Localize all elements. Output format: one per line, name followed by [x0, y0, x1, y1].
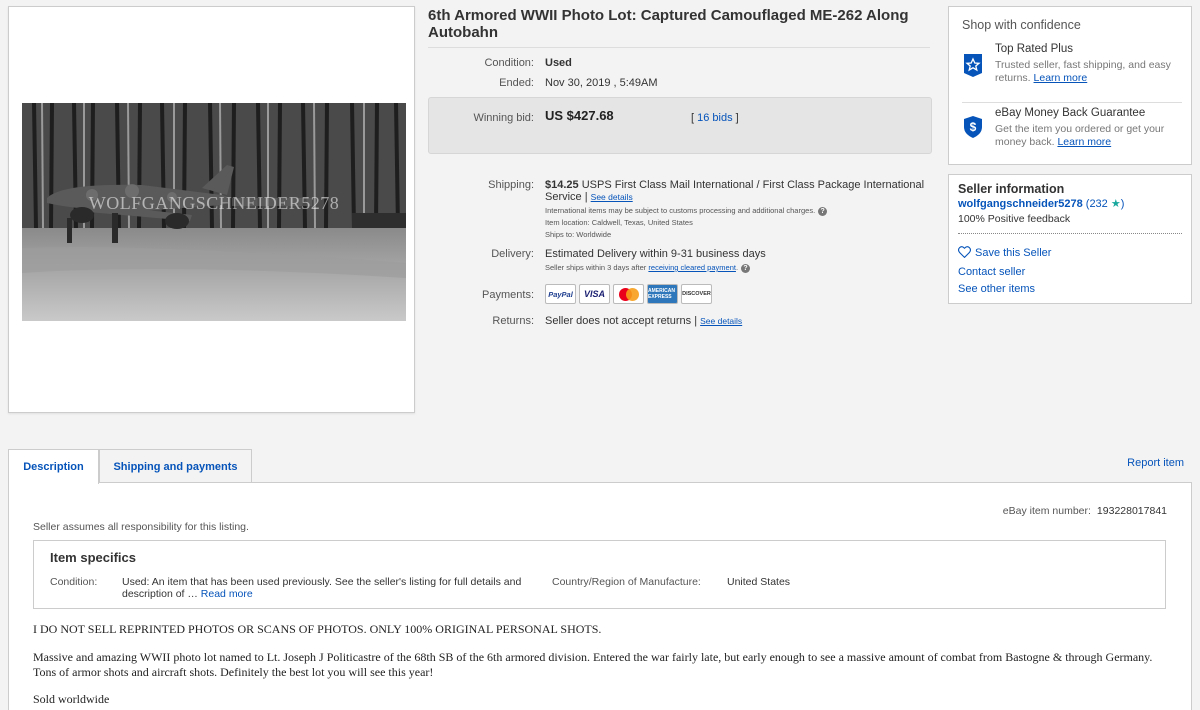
top-rated-learn-more-link[interactable]: Learn more — [1034, 72, 1088, 84]
condition-label: Condition: — [484, 57, 534, 69]
report-item-link[interactable]: Report item — [1127, 457, 1184, 469]
spec-country-label: Country/Region of Manufacture: — [552, 576, 701, 588]
item-title: 6th Armored WWII Photo Lot: Captured Cam… — [428, 7, 909, 41]
shipping-see-details-link[interactable]: See details — [591, 192, 633, 202]
svg-text:$: $ — [970, 120, 977, 134]
paypal-logo-icon: PayPal — [545, 284, 576, 304]
photo-watermark: WOLFGANGSCHNEIDER5278 — [88, 193, 340, 213]
shop-with-confidence-box: Shop with confidence Top Rated Plus Trus… — [948, 6, 1192, 165]
seller-responsibility-note: Seller assumes all responsibility for th… — [33, 521, 249, 533]
seller-information-box: Seller information wolfgangschneider5278… — [948, 174, 1192, 304]
heart-icon — [958, 246, 971, 259]
condition-value: Used — [545, 57, 572, 69]
spec-condition-value: Used: An item that has been used previou… — [122, 576, 522, 600]
see-other-items-link[interactable]: See other items — [958, 283, 1035, 295]
title-divider — [428, 47, 930, 48]
seller-info-heading: Seller information — [958, 182, 1065, 196]
save-seller-link[interactable]: Save this Seller — [975, 247, 1051, 259]
description-paragraph-1: I DO NOT SELL REPRINTED PHOTOS OR SCANS … — [33, 622, 602, 636]
item-number: eBay item number: 193228017841 — [1002, 505, 1167, 517]
shop-confidence-heading: Shop with confidence — [962, 18, 1081, 32]
delivery-label: Delivery: — [491, 248, 534, 260]
item-photo-panel[interactable]: WOLFGANGSCHNEIDER5278 — [8, 6, 415, 413]
payments-label: Payments: — [482, 289, 534, 301]
bid-history-link[interactable]: 16 bids — [697, 112, 732, 124]
spec-country-value: United States — [727, 576, 791, 588]
top-rated-desc: Trusted seller, fast shipping, and easy … — [995, 59, 1171, 84]
confidence-divider — [962, 102, 1182, 103]
cleared-payment-link[interactable]: receiving cleared payment — [648, 263, 736, 272]
seller-name-row: wolfgangschneider5278 (232 ★) — [958, 197, 1124, 210]
amex-logo-icon: AMERICAN EXPRESS — [647, 284, 678, 304]
discover-logo-icon: DISCOVER — [681, 284, 712, 304]
winning-bid-amount: US $427.68 — [545, 108, 614, 123]
returns-label: Returns: — [492, 315, 534, 327]
contact-seller-link[interactable]: Contact seller — [958, 266, 1025, 278]
ended-label: Ended: — [499, 77, 534, 89]
feedback-star-icon: ★ — [1110, 198, 1121, 210]
read-more-link[interactable]: Read more — [201, 588, 253, 600]
top-rated-badge-icon — [964, 54, 982, 77]
description-panel: eBay item number: 193228017841 Seller ass… — [8, 482, 1192, 710]
tab-shipping-and-payments[interactable]: Shipping and payments — [99, 449, 252, 483]
returns-info: Seller does not accept returns | See det… — [545, 315, 742, 327]
shipping-price: $14.25 — [545, 179, 579, 191]
money-back-learn-more-link[interactable]: Learn more — [1057, 136, 1111, 148]
seller-name-link[interactable]: wolfgangschneider5278 — [958, 198, 1083, 210]
item-specifics-box: Item specifics Condition: Used: An item … — [33, 540, 1166, 609]
bid-count: [ 16 bids ] — [691, 112, 739, 124]
save-seller-row[interactable]: Save this Seller — [958, 246, 1051, 259]
top-rated-title: Top Rated Plus — [995, 43, 1073, 55]
bid-bracket-open: [ — [691, 112, 695, 124]
bid-bracket-close: ] — [735, 112, 739, 124]
visa-logo-icon: VISA — [579, 284, 610, 304]
mastercard-logo-icon — [613, 284, 644, 304]
help-icon[interactable]: ? — [741, 263, 751, 273]
money-back-desc: Get the item you ordered or get your mon… — [995, 123, 1165, 148]
item-specifics-heading: Item specifics — [50, 550, 136, 565]
description-paragraph-2: Massive and amazing WWII photo lot named… — [33, 650, 1153, 679]
shipping-label: Shipping: — [488, 179, 534, 191]
item-location: Item location: Caldwell, Texas, United S… — [545, 218, 693, 227]
winning-bid-box: Winning bid: US $427.68 [ 16 bids ] — [428, 97, 932, 154]
delivery-value: Estimated Delivery within 9-31 business … — [545, 248, 766, 260]
returns-value: Seller does not accept returns | — [545, 315, 698, 327]
money-back-title: eBay Money Back Guarantee — [995, 107, 1146, 119]
ships-to: Ships to: Worldwide — [545, 230, 612, 239]
feedback-score[interactable]: (232 ★) — [1086, 198, 1125, 210]
tab-description[interactable]: Description — [8, 449, 99, 484]
positive-feedback: 100% Positive feedback — [958, 213, 1071, 225]
winning-bid-label: Winning bid: — [473, 112, 534, 124]
delivery-note: Seller ships within 3 days after receivi… — [545, 262, 751, 274]
money-back-shield-icon: $ — [964, 116, 982, 138]
description-paragraph-3: Sold worldwide — [33, 692, 110, 706]
shipping-customs-note: International items may be subject to cu… — [545, 205, 925, 217]
item-number-value: 193228017841 — [1096, 505, 1167, 517]
seller-divider — [958, 233, 1182, 234]
item-photo[interactable]: WOLFGANGSCHNEIDER5278 — [22, 103, 406, 321]
help-icon[interactable]: ? — [818, 206, 828, 216]
payment-methods: PayPal VISA AMERICAN EXPRESS DISCOVER — [545, 284, 712, 304]
shipping-info: $14.25 USPS First Class Mail Internation… — [545, 179, 925, 241]
ended-value: Nov 30, 2019 , 5:49AM — [545, 77, 658, 89]
spec-condition-label: Condition: — [50, 576, 98, 588]
returns-see-details-link[interactable]: See details — [700, 316, 742, 326]
